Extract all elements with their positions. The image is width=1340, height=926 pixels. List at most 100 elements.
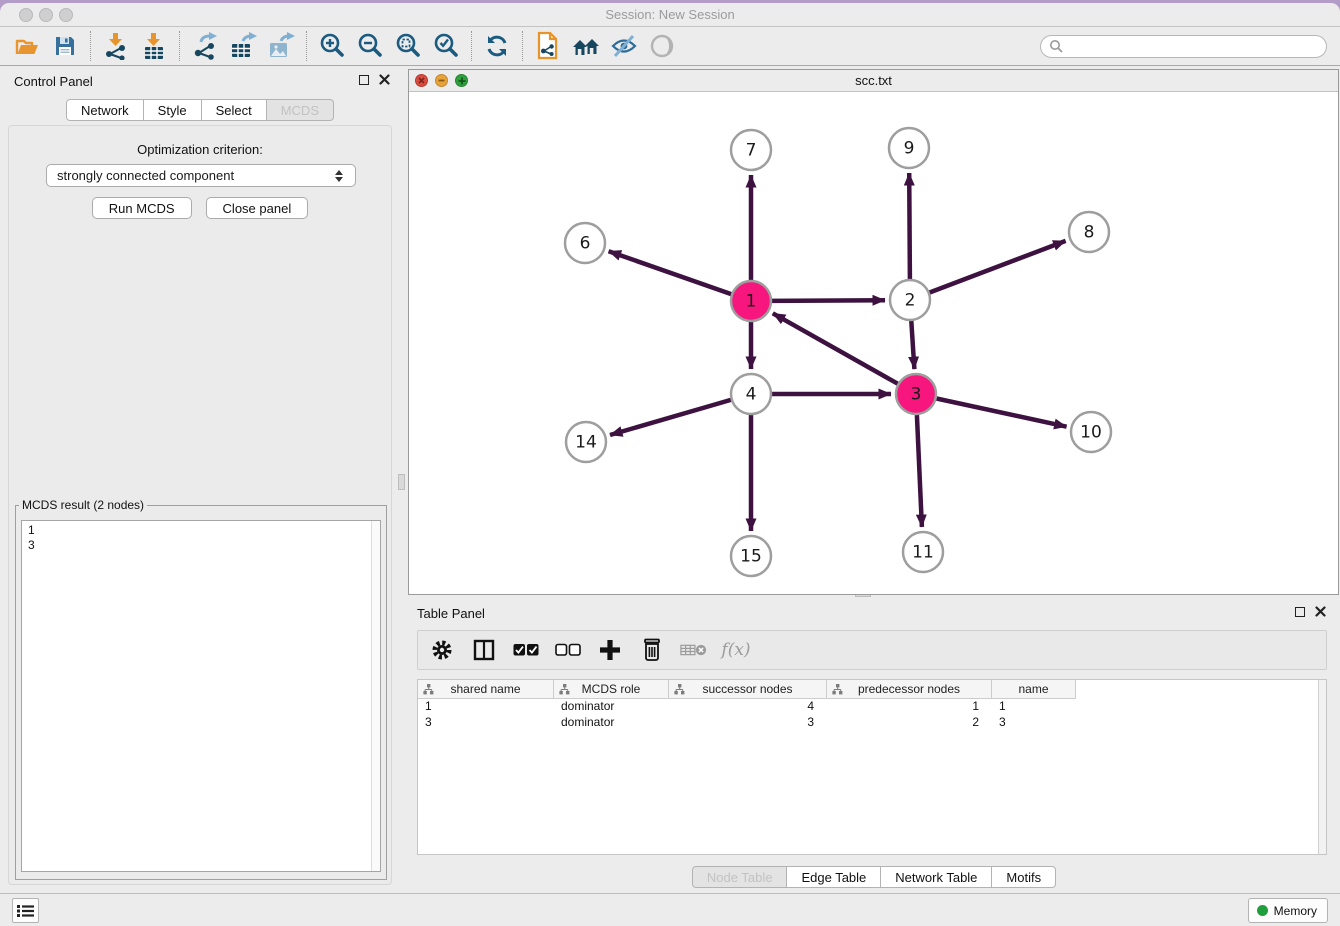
column-label: name (1018, 682, 1048, 696)
vertical-split-grip[interactable] (398, 474, 405, 490)
delete-table-icon[interactable] (680, 636, 708, 664)
table-panel-header: Table Panel (408, 598, 1340, 626)
dropdown-value: strongly connected component (57, 168, 234, 183)
control-panel: Control Panel Network Style Select MCDS … (0, 66, 400, 896)
table-cell: 1 (827, 699, 992, 715)
graph-node[interactable]: 3 (896, 374, 936, 414)
table-row[interactable]: 3dominator323 (418, 715, 1326, 731)
function-builder-icon[interactable]: f(x) (722, 636, 750, 664)
import-network-icon[interactable] (97, 30, 135, 62)
open-file-icon[interactable] (8, 30, 46, 62)
column-label: MCDS role (582, 682, 641, 696)
optimization-criterion-dropdown[interactable]: strongly connected component (46, 164, 356, 187)
column-header-predecessor-nodes[interactable]: predecessor nodes (827, 680, 992, 699)
column-header-shared-name[interactable]: shared name (418, 680, 554, 699)
column-type-icon (423, 684, 434, 695)
close-panel-button[interactable]: Close panel (206, 197, 309, 219)
close-panel-icon[interactable] (379, 74, 390, 85)
graph-node[interactable]: 10 (1071, 412, 1111, 452)
memory-label: Memory (1274, 904, 1317, 918)
table-cell: 3 (992, 715, 1076, 731)
table-row[interactable]: 1dominator411 (418, 699, 1326, 715)
tab-mcds[interactable]: MCDS (267, 99, 334, 121)
export-image-icon[interactable] (262, 30, 300, 62)
float-panel-icon[interactable] (359, 75, 369, 85)
graph-edge[interactable] (917, 415, 922, 527)
graph-node[interactable]: 2 (890, 280, 930, 320)
mcds-result-line: 3 (28, 538, 380, 553)
column-label: shared name (450, 682, 520, 696)
run-mcds-button[interactable]: Run MCDS (92, 197, 192, 219)
tab-network-table[interactable]: Network Table (881, 866, 992, 888)
gear-icon[interactable] (428, 636, 456, 664)
network-canvas[interactable]: 7 9 6 8 1 2 4 3 14 10 15 11 (409, 92, 1338, 594)
graph-node-label: 10 (1080, 423, 1102, 443)
graph-node[interactable]: 11 (903, 532, 943, 572)
mcds-result-group: MCDS result (2 nodes) 1 3 (15, 498, 387, 880)
zoom-selected-icon[interactable] (427, 30, 465, 62)
column-header-name[interactable]: name (992, 680, 1076, 699)
clone-network-icon[interactable] (529, 30, 567, 62)
zoom-in-icon[interactable] (313, 30, 351, 62)
graph-edge[interactable] (911, 321, 914, 369)
refresh-icon[interactable] (478, 30, 516, 62)
graph-node[interactable]: 7 (731, 130, 771, 170)
graph-edge[interactable] (937, 399, 1067, 427)
search-input[interactable] (1068, 39, 1318, 53)
mcds-result-scrollbar[interactable] (371, 521, 380, 871)
save-session-icon[interactable] (46, 30, 84, 62)
add-column-icon[interactable] (596, 636, 624, 664)
graph-node[interactable]: 1 (731, 281, 771, 321)
graph-node[interactable]: 15 (731, 536, 771, 576)
main-toolbar (0, 27, 1340, 66)
import-table-icon[interactable] (135, 30, 173, 62)
graph-node[interactable]: 14 (566, 422, 606, 462)
task-history-button[interactable] (12, 898, 39, 923)
graph-node[interactable]: 6 (565, 223, 605, 263)
zoom-out-icon[interactable] (351, 30, 389, 62)
tab-edge-table[interactable]: Edge Table (787, 866, 881, 888)
inactive-eye-icon[interactable] (643, 30, 681, 62)
delete-column-icon[interactable] (638, 636, 666, 664)
memory-button[interactable]: Memory (1248, 898, 1328, 923)
graph-edge[interactable] (773, 313, 898, 383)
table-scrollbar[interactable] (1318, 680, 1326, 854)
control-panel-tabs: Network Style Select MCDS (0, 99, 400, 121)
mcds-result-text[interactable]: 1 3 (21, 520, 381, 872)
float-table-panel-icon[interactable] (1295, 607, 1305, 617)
show-hide-icon[interactable] (605, 30, 643, 62)
table-cell: dominator (554, 715, 669, 731)
tab-style[interactable]: Style (144, 99, 202, 121)
graph-edge[interactable] (909, 173, 910, 279)
tab-network[interactable]: Network (66, 99, 144, 121)
export-table-icon[interactable] (224, 30, 262, 62)
export-network-icon[interactable] (186, 30, 224, 62)
graph-edge[interactable] (609, 251, 732, 294)
title-bar: Session: New Session (0, 3, 1340, 27)
graph-edge[interactable] (930, 241, 1066, 293)
tab-motifs[interactable]: Motifs (992, 866, 1056, 888)
graph-node[interactable]: 8 (1069, 212, 1109, 252)
table-cell: 1 (992, 699, 1076, 715)
column-type-icon (559, 684, 570, 695)
column-header-successor-nodes[interactable]: successor nodes (669, 680, 827, 699)
table-panel-title: Table Panel (417, 606, 485, 621)
split-columns-icon[interactable] (470, 636, 498, 664)
deselect-all-columns-icon[interactable] (554, 636, 582, 664)
toolbar-separator (90, 31, 91, 61)
tab-node-table[interactable]: Node Table (692, 866, 788, 888)
select-all-columns-icon[interactable] (512, 636, 540, 664)
graph-edge[interactable] (772, 300, 885, 301)
column-header-mcds-role[interactable]: MCDS role (554, 680, 669, 699)
network-window-titlebar[interactable]: scc.txt (409, 70, 1338, 92)
close-table-panel-icon[interactable] (1315, 606, 1326, 617)
zoom-fit-icon[interactable] (389, 30, 427, 62)
search-field[interactable] (1040, 35, 1327, 58)
tab-select[interactable]: Select (202, 99, 267, 121)
graph-node[interactable]: 4 (731, 374, 771, 414)
home-network-icon[interactable] (567, 30, 605, 62)
network-graph[interactable]: 7 9 6 8 1 2 4 3 14 10 15 11 (409, 92, 1338, 594)
table-toolbar: f(x) (417, 630, 1327, 670)
graph-node[interactable]: 9 (889, 128, 929, 168)
graph-edge[interactable] (610, 400, 731, 435)
